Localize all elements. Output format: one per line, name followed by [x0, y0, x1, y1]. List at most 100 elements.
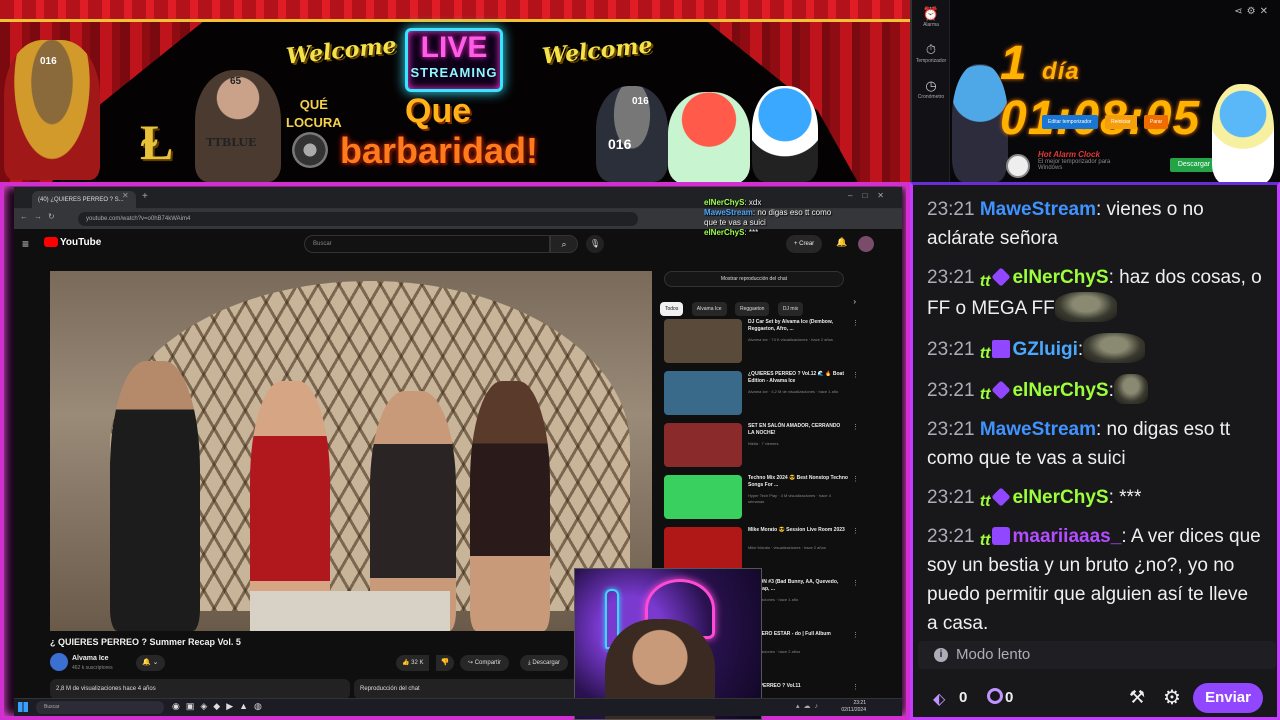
subscription-bell-icon[interactable]: 🔔 ⌄ [136, 655, 165, 671]
chip-dj-mix[interactable]: DJ mix [777, 302, 804, 316]
live-text: LIVE [420, 31, 488, 64]
recommendation-title[interactable]: ¿QUIERES PERREO ? Vol.12 🌊 🔥 Boat Editio… [748, 371, 848, 385]
youtube-download-button[interactable]: ⤓ Descargar [520, 655, 569, 671]
timer-tab-label: Temporizador [915, 58, 947, 64]
stop-button[interactable]: Parar [1144, 115, 1169, 129]
youtube-search-input[interactable]: Buscar [304, 235, 550, 253]
browser-tab[interactable]: (40) ¿QUIERES PERREO ? S... [32, 191, 136, 209]
recommendation-meta: visualizaciones · hace 1 año [748, 597, 799, 602]
new-tab-icon[interactable]: + [142, 191, 148, 202]
youtube-logo[interactable]: YouTube [44, 237, 101, 248]
recommendation-title[interactable]: RES PERREO ? Vol.11 [748, 683, 848, 690]
share-button[interactable]: ↪ Compartir [460, 655, 510, 671]
chevron-right-icon[interactable]: › [853, 297, 856, 306]
zoidberg-illustration [668, 92, 750, 184]
taskbar-app-icons[interactable]: ◉▣◈◆▶▲◍ [172, 701, 268, 712]
youtube-logo-text: YouTube [60, 237, 102, 248]
restart-button[interactable]: Reiniciar [1105, 115, 1137, 129]
emote-image [1083, 333, 1146, 363]
channel-points-icon[interactable]: ⬖ [933, 689, 945, 709]
download-button[interactable]: Descargar [1170, 158, 1218, 172]
chat-username[interactable]: elNerChyS [1012, 267, 1108, 288]
recommendation-item[interactable]: ¿QUIERES PERREO ? Vol.12 🌊 🔥 Boat Editio… [660, 367, 896, 417]
url-field[interactable]: youtube.com/watch?v=o0hB74kWAim4 [78, 212, 638, 226]
chat-username[interactable]: GZluigi [1012, 339, 1077, 360]
alarm-tab[interactable]: ⏰ Alarma [912, 0, 950, 36]
chip-reggaeton[interactable]: Reggaeton [734, 302, 770, 316]
more-options-icon[interactable]: ⋮ [852, 579, 859, 587]
more-options-icon[interactable]: ⋮ [852, 683, 859, 691]
speaker-icon [292, 132, 328, 168]
more-options-icon[interactable]: ⋮ [852, 631, 859, 639]
chat-username[interactable]: maariiaaas_ [1012, 526, 1121, 547]
recommendation-thumbnail[interactable] [664, 371, 742, 415]
more-options-icon[interactable]: ⋮ [852, 423, 859, 431]
que-text: Que [405, 92, 472, 130]
recommendation-title[interactable]: DJ Car Set by Alvama Ice (Dembow, Reggae… [748, 319, 848, 333]
recommendation-item[interactable]: SET EN SALÓN AMADOR, CERRANDO LA NOCHE! N… [660, 419, 896, 469]
recommendation-meta: visualizaciones · hace 2 años [748, 649, 801, 654]
taskbar-search[interactable]: Buscar [36, 701, 164, 714]
bits-icon[interactable] [987, 688, 1003, 704]
welcome-left: Welcome [284, 32, 398, 70]
recommendation-thumbnail[interactable] [664, 527, 742, 571]
recommendation-title[interactable]: SESION #3 (Bad Bunny, AA, Quevedo, Bizar… [748, 579, 848, 593]
video-player[interactable] [50, 271, 652, 631]
like-button[interactable]: 👍 32 K [396, 655, 430, 671]
more-options-icon[interactable]: ⋮ [852, 527, 859, 535]
chat-username[interactable]: elNerChyS [1012, 380, 1108, 401]
channel-avatar[interactable] [50, 653, 68, 671]
recommendation-item[interactable]: Mike Morato 😎 Session Live Room 2023 Mike… [660, 523, 896, 573]
chip-channel[interactable]: Alvama Ice [691, 302, 727, 316]
recommendation-meta: Hyper Tech Play · 4 M visualizaciones · … [748, 493, 831, 504]
more-options-icon[interactable]: ⋮ [852, 319, 859, 327]
taskbar-clock[interactable]: 23:21 02/11/2024 [841, 700, 866, 714]
account-avatar[interactable] [858, 236, 874, 252]
recommendation-title[interactable]: Mike Morato 😎 Session Live Room 2023 [748, 527, 848, 534]
timer-tab[interactable]: ⏱ Temporizador [912, 36, 950, 72]
microphone-icon[interactable]: 🎙 [586, 235, 604, 253]
recommendation-item[interactable]: Techno Mix 2024 😎 Best Nonstop Techno So… [660, 471, 896, 521]
show-chat-replay-button[interactable]: Mostrar reproducción del chat [664, 271, 844, 287]
overlay-chat-line: MaweStream: no digas eso tt como [704, 208, 874, 218]
tt-badge-icon: tt [979, 386, 991, 403]
taskbar-date: 02/11/2024 [841, 707, 866, 713]
emote-image [1113, 374, 1148, 404]
close-tab-icon[interactable]: ✕ [122, 191, 129, 200]
chat-message: 23:21 MaweStream: vienes o no aclárate s… [927, 195, 1263, 253]
window-control-icons[interactable]: ⋖⚙✕ [1234, 6, 1272, 17]
chip-all[interactable]: Todos [660, 302, 684, 316]
tt-badge-icon: tt [979, 532, 991, 549]
welcome-right: Welcome [540, 32, 654, 70]
hamburger-menu-icon[interactable]: ≡ [22, 237, 29, 251]
search-icon[interactable]: ⌕ [550, 235, 578, 253]
chat-replay-panel[interactable]: Reproducción del chat [354, 679, 594, 699]
alarm-tab-label: Alarma [923, 22, 939, 28]
streaming-text: STREAMING [410, 65, 498, 80]
like-count: 32 K [411, 660, 424, 666]
send-button[interactable]: Enviar [1193, 683, 1263, 713]
recommendation-thumbnail[interactable] [664, 423, 742, 467]
notifications-bell-icon[interactable]: 🔔 [836, 237, 847, 248]
recommendation-item[interactable]: DJ Car Set by Alvama Ice (Dembow, Reggae… [660, 315, 896, 365]
more-options-icon[interactable]: ⋮ [852, 371, 859, 379]
recommendation-thumbnail[interactable] [664, 319, 742, 363]
recommendation-title[interactable]: Techno Mix 2024 😎 Best Nonstop Techno So… [748, 475, 848, 489]
chronometer-tab[interactable]: ◷ Cronómetro [912, 72, 950, 108]
chat-username[interactable]: elNerChyS [1012, 487, 1108, 508]
video-description[interactable]: 2,8 M de visualizaciones hace 4 años [50, 679, 350, 699]
channel-name[interactable]: Alvama Ice [72, 655, 109, 662]
mod-tools-icon[interactable]: ⚒ [1129, 687, 1145, 708]
chat-settings-gear-icon[interactable]: ⚙ [1163, 685, 1181, 710]
chat-username[interactable]: MaweStream [980, 199, 1096, 220]
system-tray-icons[interactable]: ▴☁♪ [796, 702, 822, 710]
recommendation-thumbnail[interactable] [664, 475, 742, 519]
navigation-arrows[interactable]: ←→↻ [20, 212, 61, 221]
windows-start-icon[interactable] [18, 702, 28, 712]
more-options-icon[interactable]: ⋮ [852, 475, 859, 483]
edit-timer-button[interactable]: Editar temporizador [1042, 115, 1098, 129]
dislike-button[interactable]: 👎 [436, 655, 454, 671]
recommendation-title[interactable]: E QUIERO ESTAR - do | Full Album [748, 631, 848, 638]
chat-username[interactable]: MaweStream [980, 419, 1096, 440]
recommendation-title[interactable]: SET EN SALÓN AMADOR, CERRANDO LA NOCHE! [748, 423, 848, 437]
